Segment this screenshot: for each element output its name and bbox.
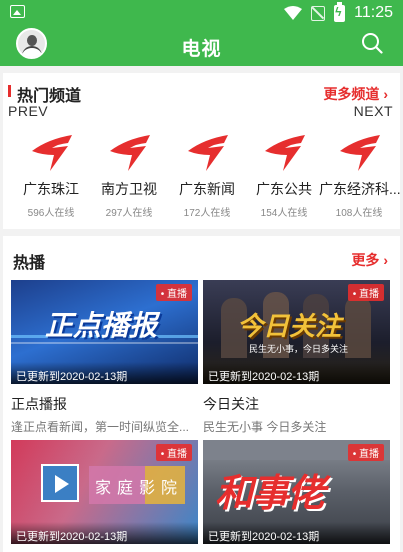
channel-logo-icon bbox=[340, 135, 380, 171]
program-thumbnail: 正点播报 • 直播 已更新到2020-02-13期 bbox=[11, 280, 198, 384]
live-badge: • 直播 bbox=[347, 444, 384, 461]
channel-logo-icon bbox=[32, 135, 72, 171]
status-time: 11:25 bbox=[354, 4, 393, 21]
channel-item[interactable]: 广东公共 154人在线 bbox=[244, 131, 324, 219]
update-label: 已更新到2020-02-13期 bbox=[11, 362, 198, 384]
page-title: 电视 bbox=[181, 39, 222, 60]
program-thumbnail: 和事佬 • 直播 已更新到2020-02-13期 bbox=[203, 440, 390, 544]
hot-broadcast-title: 热播 bbox=[13, 255, 46, 272]
channel-viewers: 172人在线 bbox=[183, 208, 231, 219]
program-title: 正点播报 bbox=[11, 396, 67, 412]
channel-item[interactable]: 广东经济科... 108人在线 bbox=[319, 131, 401, 219]
update-label: 已更新到2020-02-13期 bbox=[203, 522, 390, 544]
program-card[interactable]: 今日关注 民生无小事，今日多关注 • 直播 已更新到2020-02-13期 今日… bbox=[203, 280, 390, 435]
program-card[interactable]: 正点播报 • 直播 已更新到2020-02-13期 正点播报 逢正点看新闻，第一… bbox=[11, 280, 198, 435]
hot-broadcast-section: 热播 更多 › 正点播报 • 直播 已更新到2020-02-13期 正点播报 逢… bbox=[3, 236, 400, 552]
live-badge: • 直播 bbox=[155, 444, 192, 461]
program-description: 民生无小事 今日多关注 bbox=[203, 420, 327, 434]
live-badge: • 直播 bbox=[155, 284, 192, 301]
battery-charging-icon bbox=[334, 1, 346, 22]
live-badge: • 直播 bbox=[347, 284, 384, 301]
update-label: 已更新到2020-02-13期 bbox=[11, 522, 198, 544]
wifi-icon bbox=[284, 6, 303, 20]
play-icon bbox=[41, 464, 79, 502]
program-thumbnail: 家庭影院 • 直播 已更新到2020-02-13期 bbox=[11, 440, 198, 544]
program-description: 逢正点看新闻，第一时间纵览全... bbox=[11, 420, 190, 434]
channel-carousel: 广东珠江 596人在线 南方卫视 297人在线 广东新闻 172人在线 广东公共… bbox=[3, 131, 401, 221]
status-bar: 11:25 bbox=[0, 0, 403, 26]
channel-viewers: 596人在线 bbox=[27, 208, 75, 219]
no-sim-icon bbox=[311, 5, 326, 21]
image-notification-icon bbox=[10, 5, 25, 18]
poster-text: 正点播报 bbox=[45, 310, 158, 341]
program-card[interactable]: 家庭影院 • 直播 已更新到2020-02-13期 bbox=[11, 440, 198, 544]
channel-logo-icon bbox=[265, 135, 305, 171]
channel-name: 广东经济科... bbox=[319, 181, 401, 197]
app-header: 电视 bbox=[0, 26, 403, 66]
program-card[interactable]: 和事佬 • 直播 已更新到2020-02-13期 bbox=[203, 440, 390, 544]
program-thumbnail: 今日关注 民生无小事，今日多关注 • 直播 已更新到2020-02-13期 bbox=[203, 280, 390, 384]
channel-name: 广东公共 bbox=[256, 181, 312, 197]
channel-logo-icon bbox=[110, 135, 150, 171]
channel-viewers: 297人在线 bbox=[105, 208, 153, 219]
channel-viewers: 108人在线 bbox=[335, 208, 383, 219]
channel-name: 广东珠江 bbox=[23, 181, 79, 197]
poster-subtext: 民生无小事，今日多关注 bbox=[249, 344, 349, 354]
channel-item[interactable]: 广东新闻 172人在线 bbox=[167, 131, 247, 219]
channel-item[interactable]: 南方卫视 297人在线 bbox=[89, 131, 169, 219]
section-marker bbox=[8, 85, 11, 97]
poster-text: 家庭影院 bbox=[95, 480, 184, 497]
search-icon[interactable] bbox=[361, 32, 383, 54]
channel-item[interactable]: 广东珠江 596人在线 bbox=[11, 131, 91, 219]
prev-button[interactable]: PREV bbox=[8, 103, 48, 119]
channel-viewers: 154人在线 bbox=[260, 208, 308, 219]
poster-text: 今日关注 bbox=[237, 311, 342, 341]
channel-name: 南方卫视 bbox=[101, 181, 157, 197]
next-button[interactable]: NEXT bbox=[354, 103, 393, 119]
more-channels-link[interactable]: 更多频道 › bbox=[323, 84, 388, 104]
hot-channels-section: 热门频道 更多频道 › PREV NEXT 广东珠江 596人在线 南方卫视 2… bbox=[3, 73, 401, 229]
channel-logo-icon bbox=[188, 135, 228, 171]
update-label: 已更新到2020-02-13期 bbox=[203, 362, 390, 384]
program-title: 今日关注 bbox=[203, 396, 259, 412]
poster-text: 和事佬 bbox=[215, 473, 325, 515]
channel-name: 广东新闻 bbox=[179, 181, 235, 197]
more-broadcast-link[interactable]: 更多 › bbox=[351, 250, 388, 270]
